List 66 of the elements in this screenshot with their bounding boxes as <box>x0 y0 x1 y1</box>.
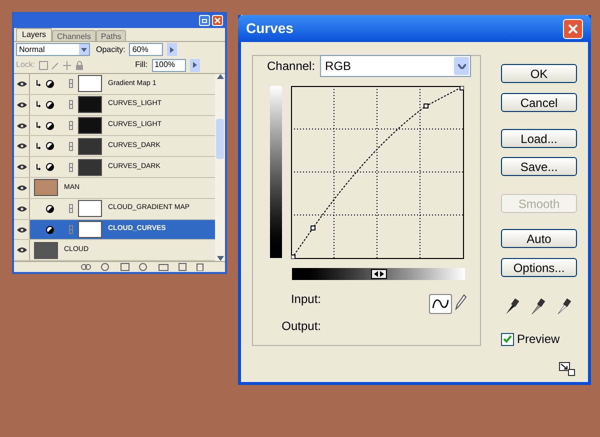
triangle-icon <box>192 62 197 68</box>
arrow-button[interactable] <box>167 43 178 56</box>
close-icon <box>214 17 221 24</box>
chain-icon[interactable] <box>69 162 73 172</box>
triangle-icon <box>170 46 174 53</box>
adjustment-icon <box>46 163 54 172</box>
fill-field[interactable]: 100% <box>152 58 186 72</box>
input-label: Input: <box>290 291 321 308</box>
dialog-button[interactable]: OK <box>501 64 577 83</box>
panel-tab[interactable]: Channels <box>52 30 96 41</box>
blend-mode-dropdown[interactable]: Normal <box>16 43 90 56</box>
adjustment-icon <box>46 80 54 88</box>
panel-tab[interactable]: Layers <box>16 28 52 41</box>
dialog-button[interactable]: Load... <box>501 129 577 148</box>
adjustment-icon <box>46 204 54 213</box>
eyedropper-icon[interactable] <box>505 297 519 315</box>
scroll-down-icon[interactable] <box>216 256 224 262</box>
dialog-button[interactable]: Auto <box>501 229 577 248</box>
scrollbar[interactable] <box>215 74 225 262</box>
close-button[interactable] <box>212 15 223 26</box>
chain-icon[interactable] <box>69 121 73 130</box>
input-gradient-bar[interactable] <box>292 268 465 280</box>
preview-checkbox[interactable] <box>501 332 514 346</box>
chain-icon[interactable] <box>69 79 73 88</box>
opacity-field[interactable]: 60% <box>129 43 164 56</box>
window-title: Curves <box>246 19 294 38</box>
chain-icon[interactable] <box>69 142 73 151</box>
eye-icon[interactable] <box>16 164 26 170</box>
curve-icon <box>432 298 449 310</box>
eye-icon[interactable] <box>16 122 26 129</box>
eye-icon[interactable] <box>16 226 26 233</box>
chain-icon[interactable] <box>69 204 73 214</box>
preview-label: Preview <box>517 331 560 348</box>
arrow-button[interactable] <box>190 58 200 72</box>
adjustment-icon <box>46 226 54 234</box>
eye-icon[interactable] <box>16 184 26 191</box>
dialog-button[interactable]: Options... <box>501 258 577 277</box>
eye-icon[interactable] <box>16 206 26 212</box>
eye-icon[interactable] <box>16 247 26 254</box>
pencil-icon[interactable] <box>455 294 467 310</box>
eye-icon[interactable] <box>16 102 26 108</box>
panel-tab[interactable]: Paths <box>96 30 126 41</box>
dialog-button[interactable]: Save... <box>501 157 577 176</box>
gradient-toggle-icon[interactable] <box>370 269 386 279</box>
adjustment-icon <box>46 100 54 109</box>
minimize-button[interactable] <box>199 15 210 26</box>
eye-icon[interactable] <box>16 143 26 150</box>
close-button[interactable] <box>563 18 583 38</box>
adjustment-icon <box>46 142 54 150</box>
scroll-thumb[interactable] <box>216 119 224 160</box>
close-icon <box>568 24 578 34</box>
eye-icon[interactable] <box>16 80 26 87</box>
opacity-label: Opacity: <box>96 44 126 56</box>
curve-graph-drawing[interactable] <box>291 86 464 259</box>
eyedropper-icon[interactable] <box>531 297 545 315</box>
adjustment-icon <box>46 122 54 130</box>
output-label: Output: <box>282 318 321 335</box>
resize-icon[interactable] <box>559 362 575 376</box>
scroll-up-icon[interactable] <box>216 74 224 80</box>
lock-label: Lock: <box>16 59 36 72</box>
channel-dropdown[interactable]: RGB <box>320 55 472 77</box>
chain-icon[interactable] <box>69 100 73 110</box>
dialog-button[interactable]: Cancel <box>501 93 577 112</box>
curve-tool-button[interactable] <box>429 294 452 314</box>
eyedropper-icon[interactable] <box>557 297 571 315</box>
fill-label: Fill: <box>135 59 148 72</box>
